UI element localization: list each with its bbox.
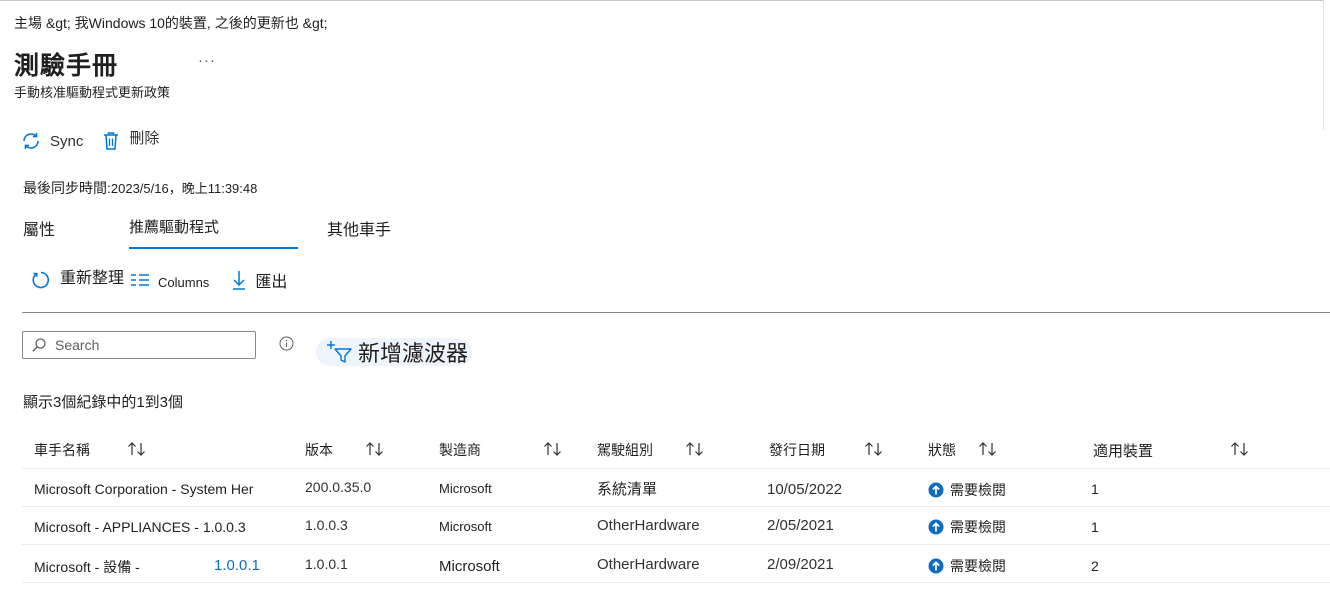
more-options-button[interactable]: ···	[198, 52, 216, 69]
last-sync-info: 最後同步時間:2023/5/16，晚上11:39:48	[23, 178, 257, 198]
last-sync-label: 最後同步時間:	[23, 180, 111, 196]
breadcrumb[interactable]: 主場 &gt; 我Windows 10的裝置, 之後的更新也 &gt;	[14, 13, 328, 33]
column-label: 發行日期	[769, 442, 825, 458]
page-title: 測驗手冊	[14, 52, 119, 80]
trash-icon	[104, 132, 119, 150]
refresh-button[interactable]: 重新整理	[30, 269, 124, 291]
version-cell: 1.0.0.3	[305, 517, 348, 533]
sync-button[interactable]: Sync	[20, 130, 83, 152]
status-label: 需要檢閱	[950, 482, 1006, 498]
columns-icon	[131, 274, 150, 286]
last-sync-value: 2023/5/16，晚上11:39:48	[110, 181, 258, 196]
column-header-status[interactable]: 狀態	[915, 430, 1083, 469]
release-date-cell: 2/05/2021	[767, 517, 834, 534]
add-filter-icon	[327, 341, 352, 363]
applicable-devices-cell: 1	[1091, 519, 1099, 535]
version-cell: 1.0.0.1	[305, 556, 348, 572]
tab-properties[interactable]: 屬性	[23, 216, 55, 247]
sort-arrows-icon[interactable]	[864, 441, 884, 457]
search-icon	[32, 338, 46, 352]
driver-name-cell[interactable]: Microsoft Corporation - System Her	[34, 481, 253, 497]
refresh-label: 重新整理	[60, 270, 125, 287]
manufacturer-cell: Microsoft	[439, 558, 500, 575]
column-header-applicable-devices[interactable]: 適用裝置	[1083, 430, 1330, 469]
status-cell: 需要檢閱	[928, 556, 1006, 576]
sort-arrows-icon[interactable]	[127, 441, 147, 457]
top-divider	[0, 0, 1324, 1]
sort-arrows-icon[interactable]	[1230, 441, 1250, 457]
info-icon[interactable]	[279, 336, 294, 351]
export-label: 匯出	[255, 274, 288, 291]
driver-name-cell[interactable]: Microsoft - 設備 -	[34, 557, 140, 577]
driver-class-cell: OtherHardware	[597, 517, 700, 534]
record-count: 顯示3個紀錄中的1到3個	[23, 394, 184, 411]
driver-name-cell[interactable]: Microsoft - APPLIANCES - 1.0.0.3	[34, 519, 246, 535]
status-label: 需要檢閱	[950, 558, 1006, 574]
column-header-driver-class[interactable]: 駕駛組別	[584, 430, 755, 469]
table-row[interactable]: Microsoft Corporation - System Her 200.0…	[22, 468, 1330, 507]
columns-label: Columns	[158, 274, 210, 290]
up-arrow-circle-icon	[928, 558, 944, 574]
sort-arrows-icon[interactable]	[365, 441, 385, 457]
columns-button[interactable]: Columns	[130, 271, 209, 290]
column-label: 製造商	[439, 442, 481, 458]
refresh-icon	[32, 271, 50, 289]
applicable-devices-cell: 1	[1091, 481, 1099, 497]
add-filter-label: 新增濾波器	[358, 341, 469, 366]
status-cell: 需要檢閱	[928, 517, 1006, 537]
delete-button[interactable]: 刪除	[101, 130, 159, 152]
page-subtitle: 手動核准驅動程式更新政策	[14, 85, 171, 100]
toolbar-divider	[22, 312, 1330, 313]
release-date-cell: 2/09/2021	[767, 556, 834, 573]
column-header-driver-name[interactable]: 車手名稱	[22, 430, 293, 469]
command-bar: Sync 刪除	[20, 130, 159, 152]
manufacturer-cell: Microsoft	[439, 481, 492, 496]
column-label: 版本	[305, 442, 333, 458]
status-label: 需要檢閱	[950, 519, 1006, 535]
column-header-release-date[interactable]: 發行日期	[755, 430, 915, 469]
add-filter-button[interactable]: 新增濾波器	[316, 338, 473, 366]
search-box[interactable]	[22, 331, 256, 359]
up-arrow-circle-icon	[928, 519, 944, 535]
download-icon	[233, 271, 246, 290]
table-row[interactable]: Microsoft - 設備 - 1.0.0.1 1.0.0.1 Microsof…	[22, 544, 1330, 583]
status-cell: 需要檢閱	[928, 480, 1006, 500]
sync-icon	[23, 133, 39, 149]
tab-recommended-drivers[interactable]: 推薦驅動程式	[129, 216, 298, 249]
export-button[interactable]: 匯出	[231, 268, 287, 292]
column-label: 駕駛組別	[597, 442, 653, 458]
sort-arrows-icon[interactable]	[543, 441, 563, 457]
grid-toolbar: 重新整理 Columns 匯出	[30, 268, 287, 292]
up-arrow-circle-icon	[928, 482, 944, 498]
column-label: 適用裝置	[1093, 443, 1154, 460]
column-label: 車手名稱	[34, 442, 90, 458]
manufacturer-cell: Microsoft	[439, 519, 492, 534]
right-divider	[1323, 0, 1324, 130]
tab-other-drivers[interactable]: 其他車手	[327, 216, 391, 247]
sync-label: Sync	[50, 132, 84, 150]
driver-class-cell: 系統清單	[597, 481, 658, 498]
delete-label: 刪除	[129, 129, 160, 147]
driver-class-cell: OtherHardware	[597, 556, 700, 573]
release-date-cell: 10/05/2022	[767, 481, 843, 498]
driver-name-version-link[interactable]: 1.0.0.1	[214, 557, 260, 574]
applicable-devices-cell: 2	[1091, 558, 1099, 574]
drivers-table: 車手名稱 版本 製造商 駕駛組別 發行日期 狀態 適用裝置 Microsoft …	[22, 430, 1330, 583]
table-row[interactable]: Microsoft - APPLIANCES - 1.0.0.3 1.0.0.3…	[22, 506, 1330, 545]
version-cell: 200.0.35.0	[305, 479, 372, 495]
table-header-row: 車手名稱 版本 製造商 駕駛組別 發行日期 狀態 適用裝置	[22, 430, 1330, 469]
sort-arrows-icon[interactable]	[685, 441, 705, 457]
search-input[interactable]	[53, 336, 247, 354]
column-header-manufacturer[interactable]: 製造商	[426, 430, 584, 469]
column-header-version[interactable]: 版本	[293, 430, 426, 469]
column-label: 狀態	[928, 442, 956, 458]
tab-list: 屬性 推薦驅動程式 其他車手	[23, 216, 443, 249]
sort-arrows-icon[interactable]	[978, 441, 998, 457]
